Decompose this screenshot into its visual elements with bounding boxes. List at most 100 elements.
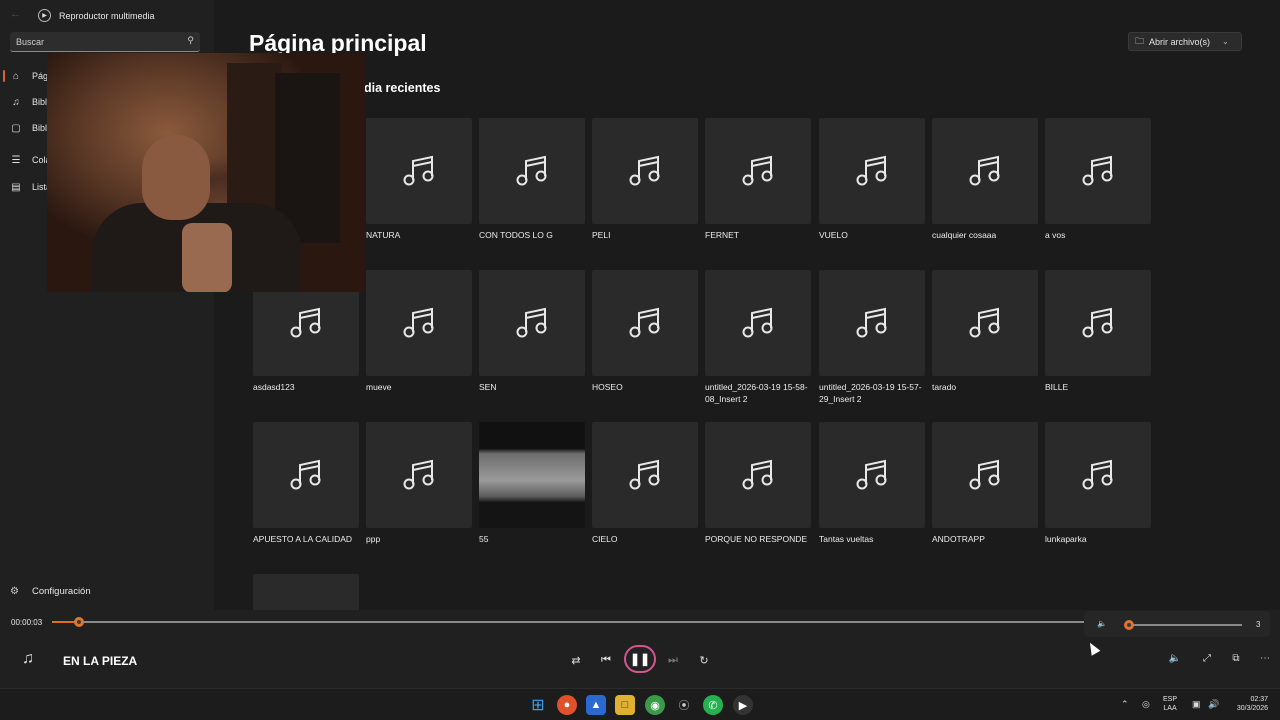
media-tile[interactable]: cualquier cosaaa [932, 118, 1038, 241]
clock-date: 30/3/2026 [1236, 705, 1268, 712]
sidebar-item-label: Bibl [32, 123, 48, 133]
music-note-icon [1082, 307, 1113, 338]
media-tile[interactable]: SEN [479, 270, 585, 393]
tile-thumbnail [592, 118, 698, 224]
media-tile[interactable]: 55 [479, 422, 585, 545]
music-note-icon [1082, 459, 1113, 490]
tile-thumbnail [592, 422, 698, 528]
media-tile[interactable]: CON TODOS LO G [479, 118, 585, 241]
open-files-label: Abrir archivo(s) [1149, 36, 1211, 47]
media-tile[interactable]: APUESTO A LA CALIDAD [253, 422, 359, 545]
media-tile[interactable]: FERNET [705, 118, 811, 241]
speaker-icon[interactable]: 🔈 [1097, 619, 1107, 628]
seek-slider[interactable] [52, 617, 1087, 627]
tile-thumbnail [366, 270, 472, 376]
open-files-button[interactable]: 🗀 Abrir archivo(s) ⌄ [1128, 32, 1242, 51]
music-note-icon [969, 307, 1000, 338]
windows-start-icon[interactable]: ⊞ [528, 695, 548, 715]
speaker-tray-icon[interactable]: 🔊 [1208, 699, 1219, 710]
more-options-icon[interactable]: ⋯ [1258, 653, 1272, 664]
back-arrow-icon[interactable]: ← [10, 8, 21, 20]
tile-title: SEN [479, 382, 497, 392]
tile-title: BILLE [1045, 382, 1069, 392]
now-playing-title[interactable]: EN LA PIEZA [63, 654, 137, 668]
media-tile[interactable]: untitled_2026-03-19 15-58-08_Insert 2 [705, 270, 811, 405]
fullscreen-icon[interactable]: ⤢ [1200, 653, 1214, 664]
tile-thumbnail [932, 422, 1038, 528]
microphone-icon[interactable]: ◎ [1142, 699, 1150, 710]
repeat-off-icon[interactable]: ↻ [694, 650, 714, 670]
tile-thumbnail [819, 422, 925, 528]
music-note-icon [742, 459, 773, 490]
media-tile[interactable]: PELI [592, 118, 698, 241]
tile-title: ppp [366, 534, 381, 544]
photos-icon[interactable]: ▲ [586, 695, 606, 715]
file-explorer-icon[interactable]: □ [615, 695, 635, 715]
chrome-icon[interactable]: ◉ [645, 695, 665, 715]
settings-item[interactable]: ⚙ Configuración [10, 586, 91, 597]
whatsapp-icon[interactable]: ✆ [703, 695, 723, 715]
media-tile[interactable]: NATURA [366, 118, 472, 241]
volume-slider[interactable] [1124, 620, 1242, 630]
media-player-taskbar-icon[interactable]: ▶ [733, 695, 753, 715]
music-note-icon [1082, 155, 1113, 186]
media-tile[interactable]: mueve [366, 270, 472, 393]
music-note-icon [403, 459, 434, 490]
network-icon[interactable]: ▣ [1192, 699, 1201, 710]
tile-title: asdasd123 [253, 382, 295, 392]
tile-title: untitled_2026-03-19 15-58-08_Insert 2 [705, 382, 808, 404]
tray-overflow-icon[interactable]: ⌃ [1121, 699, 1129, 710]
music-note-icon [742, 307, 773, 338]
media-tile[interactable]: ppp [366, 422, 472, 545]
seek-thumb[interactable] [73, 617, 84, 627]
tile-thumbnail [366, 422, 472, 528]
search-box[interactable]: ⚲ [10, 32, 200, 52]
tile-title: cualquier cosaaa [932, 230, 997, 240]
media-tile[interactable] [253, 574, 359, 610]
clock[interactable]: 02:37 30/3/2026 [1226, 695, 1268, 713]
miniplayer-icon[interactable]: ⧉ [1229, 653, 1243, 664]
music-note-icon [969, 155, 1000, 186]
tile-title: lunkaparka [1045, 534, 1087, 544]
main-content: Página principal 🗀 Abrir archivo(s) ⌄ di… [214, 0, 1280, 610]
media-tile[interactable]: tarado [932, 270, 1038, 393]
language-indicator[interactable]: ESP LAA [1163, 695, 1177, 713]
media-tile[interactable]: untitled_2026-03-19 15-57-29_Insert 2 [819, 270, 925, 405]
queue-icon: ☰ [11, 154, 21, 166]
section-title: dia recientes [364, 81, 441, 95]
volume-icon[interactable]: 🔈 [1168, 653, 1182, 664]
steam-icon[interactable]: ⦿ [674, 695, 694, 715]
music-note-icon [290, 459, 321, 490]
music-note-icon [742, 155, 773, 186]
tile-thumbnail [932, 118, 1038, 224]
tile-thumbnail [819, 270, 925, 376]
shuffle-icon[interactable]: ⇄ [566, 650, 586, 670]
previous-icon[interactable]: ⏮ [596, 650, 616, 670]
media-tile[interactable]: lunkaparka [1045, 422, 1151, 545]
media-tile[interactable]: BILLE [1045, 270, 1151, 393]
media-tile[interactable]: a vos [1045, 118, 1151, 241]
media-tile[interactable]: PORQUE NO RESPONDE [705, 422, 811, 545]
search-icon[interactable]: ⚲ [187, 35, 194, 46]
volume-thumb[interactable] [1124, 620, 1135, 630]
next-icon[interactable]: ⏭ [663, 650, 683, 670]
tile-title: APUESTO A LA CALIDAD [253, 534, 353, 544]
webcam-person [182, 223, 232, 292]
media-tile[interactable]: ANDOTRAPP [932, 422, 1038, 545]
tile-title: HOSEO [592, 382, 623, 392]
media-tile[interactable]: VUELO [819, 118, 925, 241]
folder-icon: 🗀 [1135, 35, 1145, 46]
music-note-icon [629, 155, 660, 186]
volume-value: 3 [1256, 620, 1261, 629]
home-icon: ⌂ [12, 70, 20, 82]
language-code: ESP [1163, 696, 1178, 703]
search-input[interactable] [16, 35, 176, 49]
tile-title: ANDOTRAPP [932, 534, 985, 544]
firefox-icon[interactable]: ● [557, 695, 577, 715]
media-tile[interactable]: Tantas vueltas [819, 422, 925, 545]
app-play-icon: ▶ [38, 9, 51, 22]
pause-button[interactable]: ❚❚ [624, 645, 656, 673]
media-tile[interactable]: HOSEO [592, 270, 698, 393]
volume-flyout: 🔈 3 [1084, 611, 1270, 637]
media-tile[interactable]: CIELO [592, 422, 698, 545]
